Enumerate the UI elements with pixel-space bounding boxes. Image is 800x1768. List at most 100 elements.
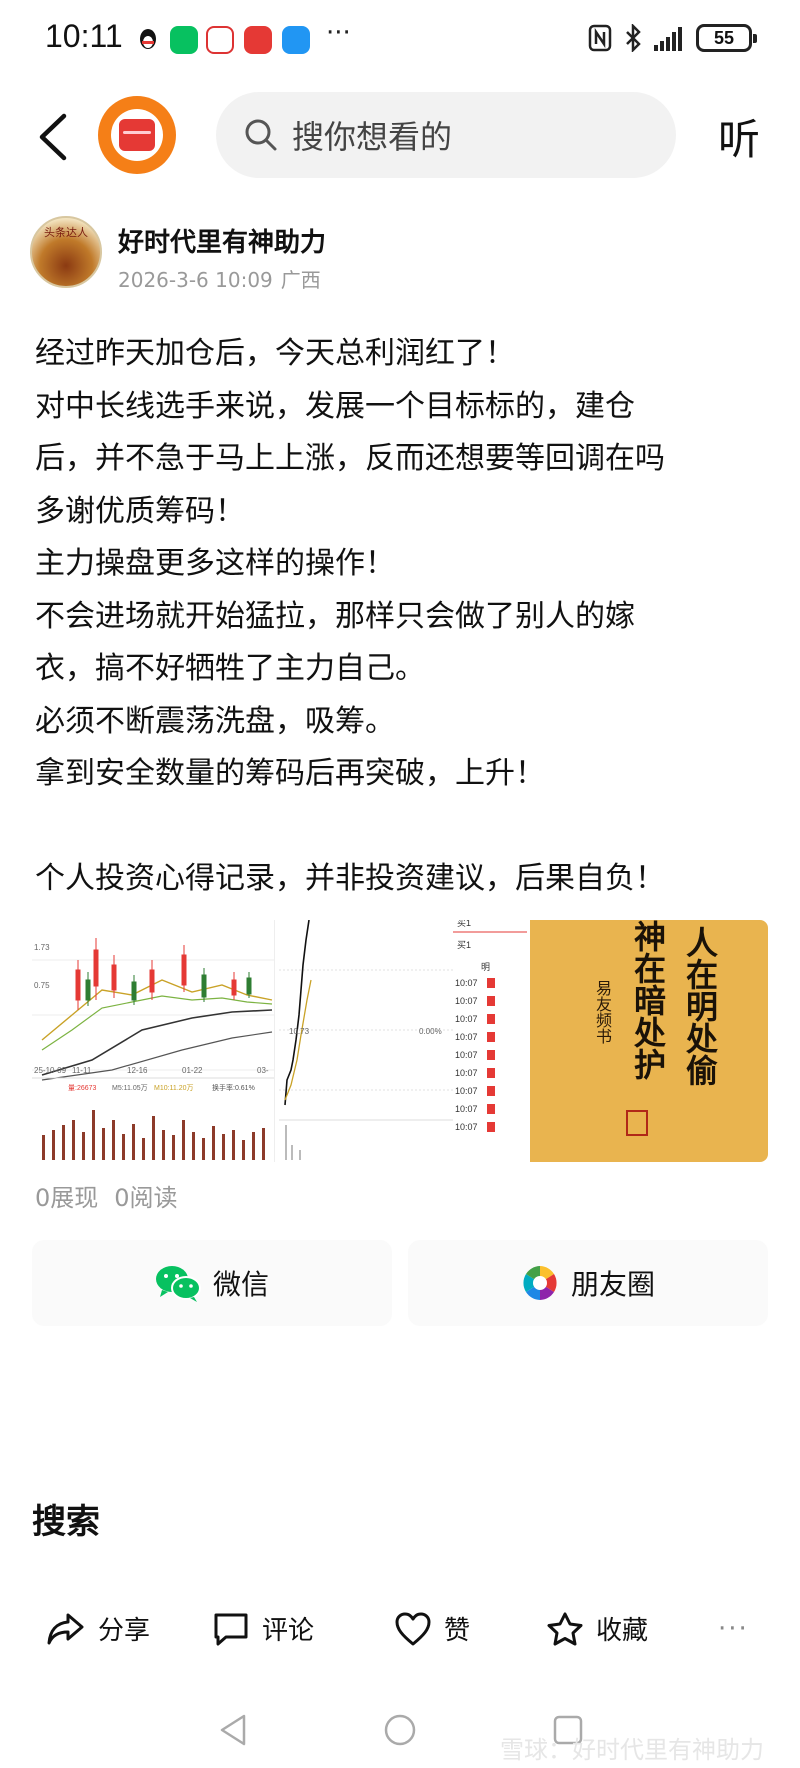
nav-back-icon[interactable] xyxy=(214,1710,254,1750)
post-meta: 2026-3-6 10:09 广西 xyxy=(118,264,321,293)
red-seal-stamp xyxy=(626,1110,648,1136)
share-button[interactable]: 分享 xyxy=(46,1610,150,1647)
heart-icon xyxy=(395,1612,431,1645)
y-tick-label: 0.75 xyxy=(34,981,50,990)
calligraphy-left-column: 神在暗处护 xyxy=(629,920,667,1080)
author-name[interactable]: 好时代里有神助力 xyxy=(118,222,326,259)
listen-button[interactable]: 听 xyxy=(718,106,760,167)
post-location: 广西 xyxy=(280,268,321,292)
post-line: 主力操盘更多这样的操作！ xyxy=(35,546,395,581)
orderbook-time: 10:07 xyxy=(455,1050,478,1060)
status-bar: 10:11 ··· 55 xyxy=(0,0,800,80)
post-line: 后，并不急于马上上涨，反而还想要等回调在吗 xyxy=(35,441,665,476)
red-envelope-icon xyxy=(119,119,155,151)
post-line: 对中长线选手来说，发展一个目标标的，建仓 xyxy=(35,388,635,424)
orderbook-label: 买1 xyxy=(457,920,471,928)
like-button[interactable]: 赞 xyxy=(394,1610,470,1647)
top-header: 搜你想看的 听 xyxy=(0,88,800,184)
bank-app-icon xyxy=(244,26,272,54)
search-placeholder: 搜你想看的 xyxy=(292,118,453,156)
red-envelope-button[interactable] xyxy=(98,96,176,174)
pct-label: 0.00% xyxy=(419,1027,442,1036)
y-tick-label: 1.73 xyxy=(34,943,50,952)
share-moments-button[interactable]: 朋友圈 xyxy=(408,1240,768,1326)
avatar[interactable]: 头条达人 xyxy=(30,216,102,288)
message-app-icon xyxy=(282,26,310,54)
orderbook-time: 10:07 xyxy=(455,1032,478,1042)
share-label: 分享 xyxy=(98,1616,151,1646)
post-image-calligraphy[interactable]: 人在明处偷 神在暗处护 易友频书 xyxy=(530,920,768,1162)
volume-label: 量:26673 xyxy=(68,1084,97,1092)
post-images: 1.73 0.75 25-10-09 11-11 12-16 01-22 03-… xyxy=(32,920,768,1162)
orderbook-time: 10:07 xyxy=(455,978,478,988)
impressions-count: 0展现 xyxy=(35,1184,99,1212)
star-icon xyxy=(547,1612,583,1645)
like-label: 赞 xyxy=(444,1616,471,1646)
share-moments-label: 朋友圈 xyxy=(570,1268,655,1301)
orderbook-time: 10:07 xyxy=(455,1104,478,1114)
search-icon xyxy=(245,119,277,151)
orderbook-time: 10:07 xyxy=(455,1014,478,1024)
qq-app-icon xyxy=(134,26,162,54)
search-input[interactable]: 搜你想看的 xyxy=(216,92,676,178)
orderbook-label: 买1 xyxy=(457,940,471,950)
avatar-text: 头条达人 xyxy=(44,226,88,239)
ma10-label: M10:11.20万 xyxy=(154,1084,194,1092)
battery-indicator: 55 xyxy=(696,24,757,52)
nav-home-icon[interactable] xyxy=(380,1710,420,1750)
wechat-app-icon xyxy=(170,26,198,54)
comment-button[interactable]: 评论 xyxy=(212,1610,314,1647)
post-line: 衣，搞不好牺牲了主力自己。 xyxy=(35,651,425,686)
x-tick-label: 25-10-09 xyxy=(34,1066,67,1075)
bluetooth-icon xyxy=(626,24,641,52)
post-image-kline[interactable]: 1.73 0.75 25-10-09 11-11 12-16 01-22 03-… xyxy=(32,920,275,1162)
post-line: 多谢优质筹码！ xyxy=(35,493,245,529)
post-image-intraday[interactable]: 10.73 0.00% 买1 买1 明 10:07 10:07 10:07 10… xyxy=(279,920,527,1162)
x-tick-label: 11-11 xyxy=(72,1066,92,1075)
post-content: 经过昨天加仓后，今天总利润红了！ 对中长线选手来说，发展一个目标标的，建仓 后，… xyxy=(35,328,775,906)
chevron-left-icon xyxy=(39,113,67,161)
share-row: 微信 朋友圈 xyxy=(32,1240,768,1326)
more-options-button[interactable]: ··· xyxy=(718,1614,749,1644)
back-button[interactable] xyxy=(30,110,80,164)
search-section-title: 搜索 xyxy=(32,1502,100,1542)
comment-label: 评论 xyxy=(262,1616,315,1646)
x-tick-label: 01-22 xyxy=(182,1066,203,1075)
orderbook-time: 10:07 xyxy=(455,1122,478,1132)
wechat-icon xyxy=(155,1266,201,1302)
bottom-action-bar: 分享 评论 赞 收藏 ··· xyxy=(0,1600,800,1672)
share-icon xyxy=(47,1613,84,1644)
status-indicators: 55 xyxy=(588,24,757,52)
share-wechat-label: 微信 xyxy=(212,1268,269,1301)
status-time: 10:11 xyxy=(45,18,123,54)
nfc-icon xyxy=(588,24,612,52)
x-tick-label: 03- xyxy=(257,1066,269,1075)
price-label: 10.73 xyxy=(289,1027,310,1036)
intraday-chart-graphic: 10.73 0.00% 买1 买1 明 10:07 10:07 10:07 10… xyxy=(279,920,527,1162)
x-tick-label: 12-16 xyxy=(127,1066,148,1075)
favorite-label: 收藏 xyxy=(596,1616,649,1646)
post-line: 拿到安全数量的筹码后再突破，上升！ xyxy=(35,756,545,791)
turnover-label: 换手率:0.61% xyxy=(212,1083,255,1092)
orderbook-time: 10:07 xyxy=(455,996,478,1006)
watermark: 雪球：好时代里有神助力 xyxy=(500,1736,764,1764)
kline-chart-graphic: 1.73 0.75 25-10-09 11-11 12-16 01-22 03-… xyxy=(32,920,274,1162)
calligraphy-right-column: 人在明处偷 xyxy=(681,926,719,1086)
more-notifications-icon: ··· xyxy=(326,18,351,48)
post-line: 经过昨天加仓后，今天总利润红了！ xyxy=(35,336,515,371)
post-line-blank xyxy=(35,801,775,854)
reads-count: 0阅读 xyxy=(114,1184,178,1212)
favorite-button[interactable]: 收藏 xyxy=(546,1610,648,1647)
post-date: 2026-3-6 10:09 xyxy=(118,268,273,292)
ma5-label: M5:11.05万 xyxy=(112,1084,148,1092)
post-line: 必须不断震荡洗盘，吸筹。 xyxy=(35,703,395,739)
moments-icon xyxy=(522,1266,557,1300)
share-wechat-button[interactable]: 微信 xyxy=(32,1240,392,1326)
signal-icon xyxy=(654,25,684,51)
calligraphy-signature: 易友频书 xyxy=(593,980,612,1044)
post-line: 个人投资心得记录，并非投资建议，后果自负！ xyxy=(35,861,665,896)
post-stats: 0展现 0阅读 xyxy=(35,1178,178,1213)
author-info: 头条达人 好时代里有神助力 2026-3-6 10:09 广西 xyxy=(30,216,770,296)
orderbook-time: 10:07 xyxy=(455,1086,478,1096)
orderbook-label: 明 xyxy=(481,962,490,972)
